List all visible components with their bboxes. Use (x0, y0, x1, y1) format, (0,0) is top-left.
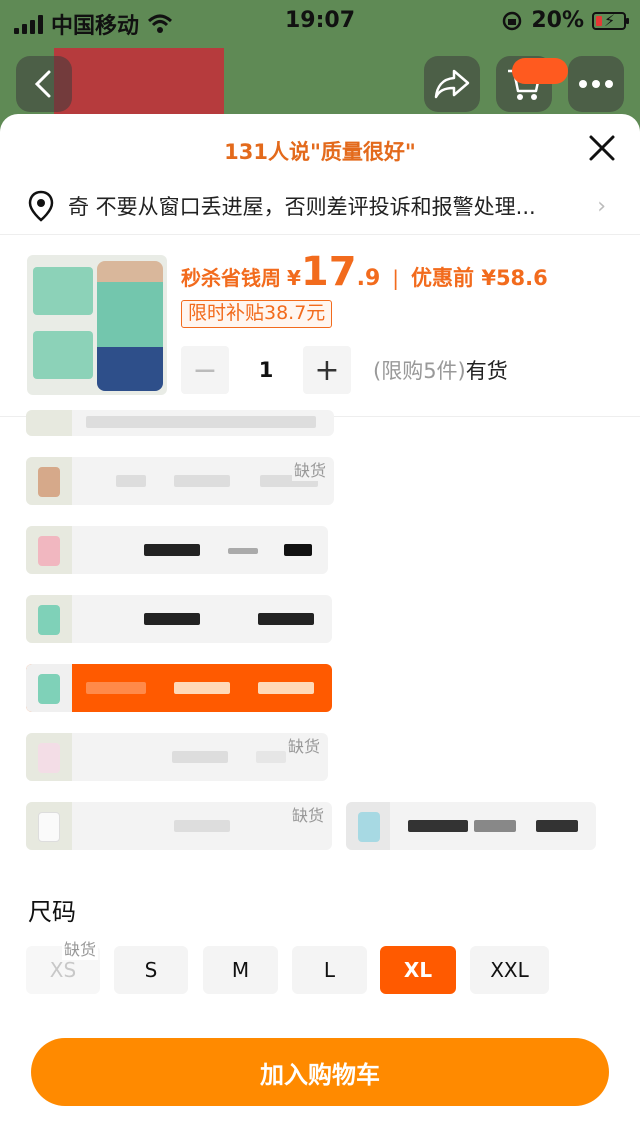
size-option-s[interactable]: S (114, 946, 188, 994)
size-label: XXL (490, 958, 529, 982)
size-option-xxl[interactable]: XXL (470, 946, 549, 994)
price-decimal: .9 (356, 266, 381, 291)
price-row: 秒杀省钱周 ¥ 17 .9 | 优惠前 ¥58.6 (181, 250, 548, 294)
back-button[interactable] (16, 56, 72, 112)
size-label: XL (403, 958, 433, 982)
more-icon (579, 80, 613, 88)
stock-status: (限购5件)有货 (373, 355, 508, 385)
size-title: 尺码 (28, 898, 76, 926)
size-option-xl[interactable]: XL (380, 946, 456, 994)
close-icon[interactable] (586, 132, 618, 164)
rotation-lock-icon (503, 11, 522, 30)
price-integer: 17 (300, 249, 357, 295)
size-label: M (231, 958, 250, 982)
stock-label: 有货 (465, 359, 508, 383)
size-option-xs[interactable]: XS 缺货 (26, 936, 100, 994)
subsidy-badge: 限时补贴38.7元 (181, 300, 333, 328)
cart-badge (512, 58, 568, 84)
share-button[interactable] (424, 56, 480, 112)
variant-option[interactable] (346, 802, 596, 850)
out-of-stock-tag: 缺货 (289, 802, 326, 826)
variant-option[interactable] (26, 410, 334, 436)
out-of-stock-tag: 缺货 (291, 457, 328, 481)
blurred-title (54, 48, 224, 118)
increase-button[interactable]: + (303, 346, 351, 394)
chevron-left-icon (34, 70, 51, 98)
size-label: L (323, 958, 336, 982)
add-to-cart-button[interactable]: 加入购物车 (31, 1038, 609, 1106)
product-image[interactable] (27, 255, 167, 395)
price-separator: | (392, 266, 400, 290)
sku-selector-sheet: 131人说"质量很好" 奇 不要从窗口丢进屋，否则差评投诉和报警处理... › … (0, 114, 640, 1136)
location-pin-icon (28, 190, 54, 222)
variant-option[interactable] (26, 595, 332, 643)
divider (0, 234, 640, 235)
chevron-right-icon: › (597, 194, 606, 219)
status-bar: 中国移动 19:07 20% ⚡ (0, 0, 640, 40)
out-of-stock-tag: 缺货 (285, 733, 322, 757)
quantity-value[interactable]: 1 (229, 358, 303, 382)
share-icon (434, 69, 470, 99)
variant-option[interactable]: 缺货 (26, 733, 328, 781)
variant-option[interactable]: 缺货 (26, 457, 334, 505)
decrease-button[interactable]: − (181, 346, 229, 394)
promo-label: 秒杀省钱周 (181, 266, 281, 290)
quality-note: 131人说"质量很好" (224, 140, 416, 164)
variant-option[interactable] (26, 526, 328, 574)
address-row[interactable]: 奇 不要从窗口丢进屋，否则差评投诉和报警处理... › (28, 186, 612, 226)
purchase-limit: (限购5件) (373, 359, 466, 383)
quantity-stepper: − 1 + (限购5件)有货 (181, 346, 508, 394)
price-currency: ¥ (287, 266, 301, 290)
variant-option[interactable]: 缺货 (26, 802, 332, 850)
out-of-stock-tag: 缺货 (61, 936, 98, 960)
battery-percent: 20% (531, 8, 584, 33)
battery-icon: ⚡ (592, 11, 629, 30)
size-option-m[interactable]: M (203, 946, 278, 994)
address-text: 奇 不要从窗口丢进屋，否则差评投诉和报警处理... (68, 195, 536, 219)
size-label: XS (49, 958, 77, 982)
size-label: S (144, 958, 158, 982)
variant-option-selected[interactable] (26, 664, 332, 712)
more-button[interactable] (568, 56, 624, 112)
size-option-l[interactable]: L (292, 946, 367, 994)
original-price: 优惠前 ¥58.6 (411, 266, 548, 290)
